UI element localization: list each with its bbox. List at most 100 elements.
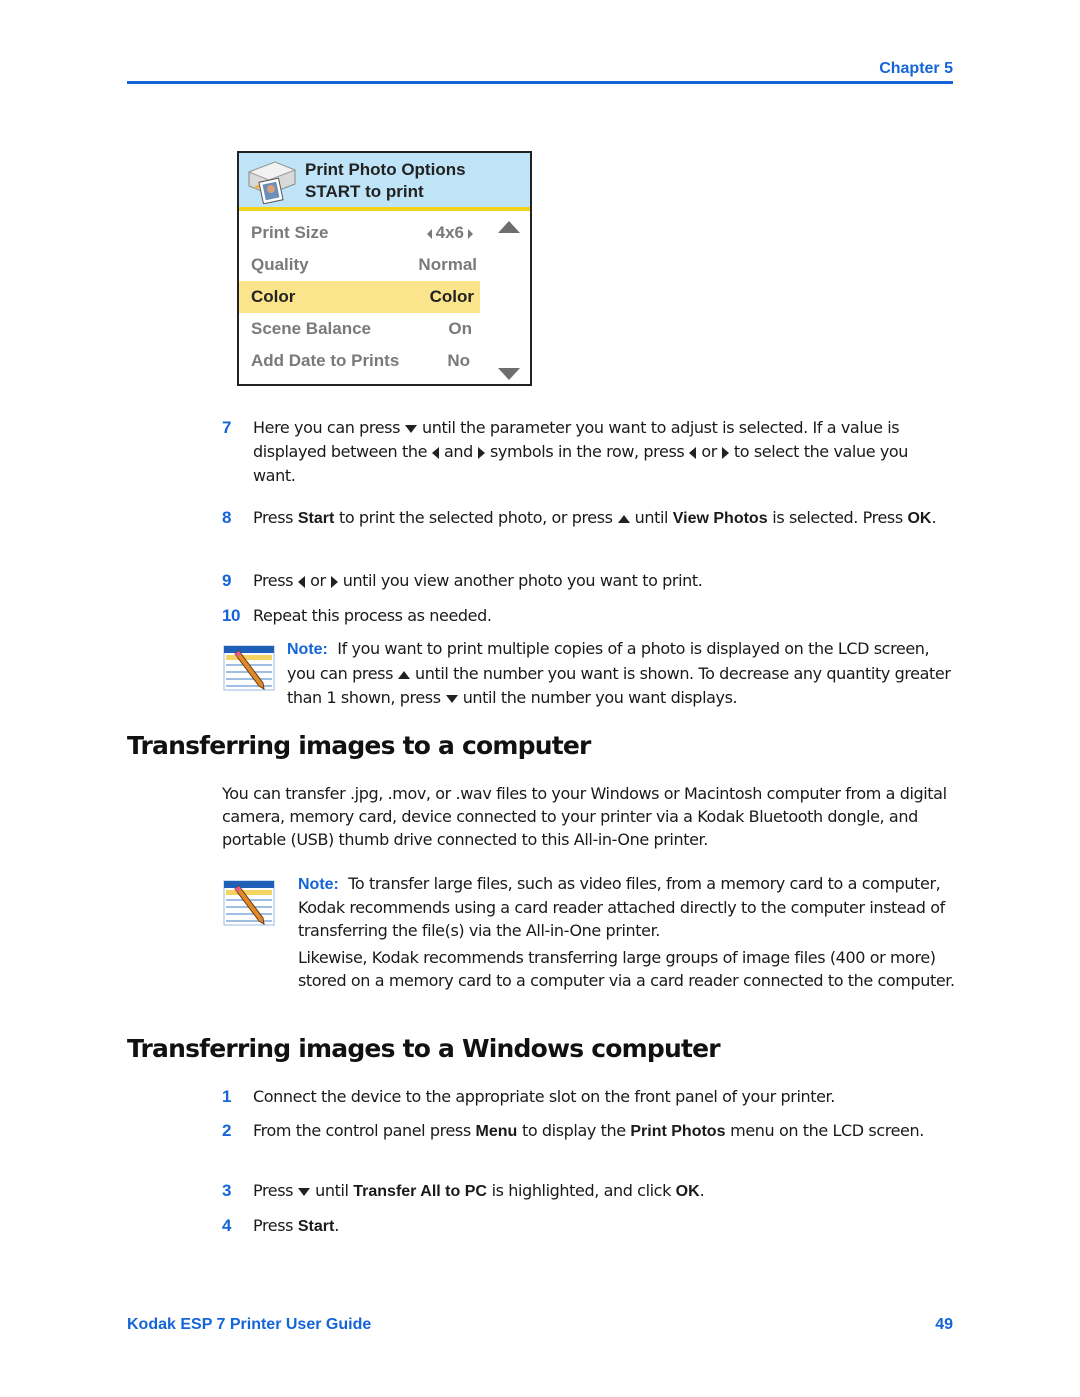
- step-9: 9 Press or until you view another photo yo…: [222, 569, 957, 593]
- text: .: [334, 1216, 339, 1235]
- lcd-row-label: Scene Balance: [251, 319, 372, 338]
- lcd-row-quality: Quality Normal: [239, 249, 480, 281]
- step-text: Here you can press until the parameter yo…: [253, 416, 953, 488]
- text: or: [310, 571, 326, 590]
- print-size-value: 4x6: [435, 223, 464, 242]
- header-divider: [127, 81, 953, 84]
- text: until you view another photo you want to…: [342, 571, 703, 590]
- step-number: 7: [222, 418, 232, 437]
- step-number: 3: [222, 1181, 232, 1200]
- text: and: [444, 442, 473, 461]
- note-label: Note:: [287, 641, 328, 658]
- text: to print the selected photo, or press: [338, 508, 613, 527]
- text: or: [701, 442, 717, 461]
- section-heading-transfer-windows: Transferring images to a Windows compute…: [127, 1034, 721, 1063]
- lcd-row-value: Normal: [418, 255, 477, 274]
- step-text: From the control panel press Menu to dis…: [253, 1119, 953, 1143]
- step-text: Press Start to print the selected photo,…: [253, 506, 953, 531]
- lcd-title-line1: Print Photo Options: [305, 160, 466, 179]
- note-2-paragraph-1: Note: To transfer large files, such as v…: [298, 872, 958, 942]
- lcd-row-label: Print Size: [251, 223, 329, 242]
- start-keyword: Start: [297, 510, 335, 527]
- step-7: 7 Here you can press until the parameter …: [222, 416, 957, 488]
- lcd-row-label: Color: [251, 287, 296, 306]
- left-arrow-icon: [432, 446, 440, 459]
- section-1-paragraph: You can transfer .jpg, .mov, or .wav fil…: [222, 784, 947, 849]
- text: until the number you want displays.: [462, 688, 738, 707]
- lcd-row-label: Add Date to Prints: [251, 351, 400, 370]
- note-2: Note: To transfer large files, such as v…: [298, 872, 958, 992]
- scroll-up-arrow-icon: [498, 221, 520, 233]
- step-number: 9: [222, 571, 232, 590]
- text: until: [315, 1181, 349, 1200]
- note-pencil-icon: [223, 880, 275, 926]
- note-2-paragraph-2: Likewise, Kodak recommends transferring …: [298, 948, 955, 990]
- left-arrow-icon: [689, 446, 697, 459]
- lcd-row-scene-balance: Scene Balance On: [239, 313, 480, 345]
- lcd-row-label: Quality: [251, 255, 309, 274]
- lcd-row-value: Color: [429, 287, 474, 306]
- up-arrow-icon: [617, 514, 630, 523]
- section-heading-transfer-computer: Transferring images to a computer: [127, 731, 591, 760]
- step-number: 10: [222, 606, 241, 625]
- menu-keyword: Menu: [475, 1123, 518, 1140]
- down-arrow-icon: [405, 424, 418, 433]
- lcd-row-print-size: Print Size 4x6: [239, 217, 480, 249]
- step-number: 2: [222, 1121, 232, 1140]
- ok-keyword: OK: [675, 1183, 700, 1200]
- step-4: 4 Press Start.: [222, 1214, 957, 1238]
- printer-photo-icon: [247, 161, 297, 204]
- text: Here you can press: [253, 418, 401, 437]
- print-photos-keyword: Print Photos: [630, 1123, 726, 1140]
- scroll-down-arrow-icon: [498, 368, 520, 380]
- right-arrow-icon: [468, 228, 473, 239]
- text: .: [931, 508, 937, 527]
- step-text: Press until Transfer All to PC is highlig…: [253, 1179, 953, 1204]
- note-pencil-icon: [223, 645, 275, 691]
- text: Press: [253, 508, 294, 527]
- start-keyword: Start: [297, 1218, 335, 1235]
- lcd-title: Print Photo Options START to print: [305, 159, 466, 203]
- lcd-header: Print Photo Options START to print: [239, 153, 530, 211]
- step-number: 1: [222, 1087, 232, 1106]
- lcd-row-value: On: [448, 319, 472, 338]
- step-3: 3 Press until Transfer All to PC is highl…: [222, 1179, 957, 1203]
- text: is selected. Press: [772, 508, 903, 527]
- down-arrow-icon: [298, 1187, 311, 1196]
- left-arrow-icon: [426, 228, 432, 239]
- step-8: 8 Press Start to print the selected phot…: [222, 506, 957, 554]
- text: To transfer large files, such as video f…: [298, 874, 945, 940]
- text: until: [634, 508, 669, 527]
- page-number: 49: [935, 1316, 953, 1333]
- text: Press: [253, 571, 294, 590]
- right-arrow-icon: [330, 575, 338, 588]
- step-1: 1 Connect the device to the appropriate …: [222, 1085, 957, 1109]
- right-arrow-icon: [477, 446, 485, 459]
- view-photos-keyword: View Photos: [672, 510, 768, 527]
- step-text: Repeat this process as needed.: [253, 606, 492, 625]
- step-2: 2 From the control panel press Menu to d…: [222, 1119, 957, 1167]
- lcd-row-color-selected: Color Color: [239, 281, 480, 313]
- text: is highlighted, and click: [491, 1181, 672, 1200]
- right-arrow-icon: [721, 446, 729, 459]
- note-1: Note: If you want to print multiple copi…: [287, 637, 957, 710]
- lcd-row-value: No: [447, 351, 470, 370]
- step-number: 8: [222, 508, 232, 527]
- text: symbols in the row, press: [489, 442, 685, 461]
- step-text: Press or until you view another photo you …: [253, 569, 953, 593]
- down-arrow-icon: [445, 694, 458, 703]
- lcd-title-line2: START to print: [305, 182, 424, 201]
- step-10: 10 Repeat this process as needed.: [222, 604, 957, 628]
- chapter-label: Chapter 5: [879, 60, 953, 77]
- lcd-screen-image: Print Photo Options START to print Print…: [237, 151, 532, 386]
- up-arrow-icon: [398, 670, 411, 679]
- text: From the control panel press: [253, 1121, 471, 1140]
- step-text: Connect the device to the appropriate sl…: [253, 1087, 835, 1106]
- note-label: Note:: [298, 876, 339, 893]
- text: Press: [253, 1216, 294, 1235]
- step-text: Press Start.: [253, 1214, 953, 1239]
- lcd-row-value: 4x6: [423, 223, 477, 243]
- text: to display the: [521, 1121, 626, 1140]
- step-number: 4: [222, 1216, 232, 1235]
- lcd-row-add-date: Add Date to Prints No: [239, 345, 480, 377]
